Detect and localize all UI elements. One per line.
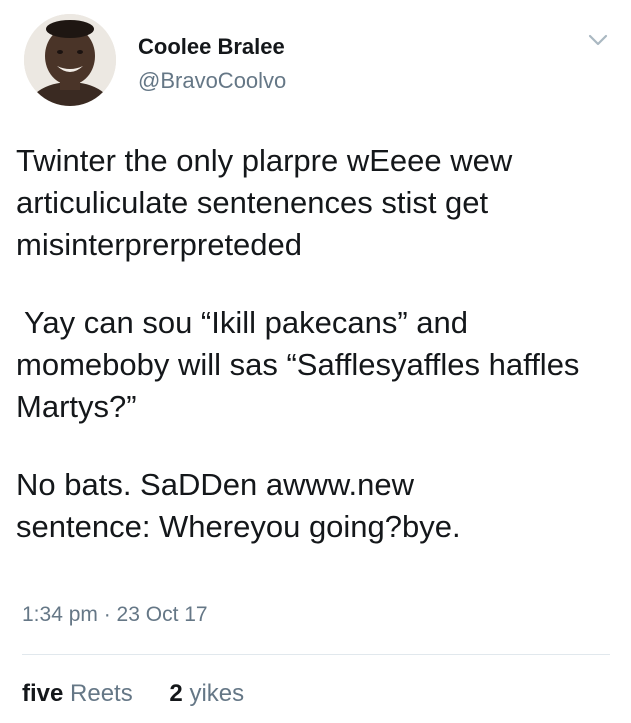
display-name[interactable]: Coolee Bralee xyxy=(138,34,285,60)
user-handle[interactable]: @BravoCoolvo xyxy=(138,68,286,94)
tweet-line: sentence: Whereyou going?bye. xyxy=(16,509,461,544)
avatar-image xyxy=(24,14,116,106)
chevron-down-icon[interactable] xyxy=(584,30,612,50)
tweet-stats: five Reets 2 yikes xyxy=(22,680,244,712)
retweets-count: five xyxy=(22,680,64,707)
tweet-line: Martys?” xyxy=(16,389,137,424)
tweet-line: articuliculate sentenences stist get xyxy=(16,185,489,220)
retweets-stat[interactable]: five Reets xyxy=(22,680,133,708)
likes-label: yikes xyxy=(189,680,245,707)
tweet-line: Yay can sou “Ikill pakecans” and xyxy=(24,305,468,340)
tweet-timestamp[interactable]: 1:34 pm · 23 Oct 17 xyxy=(22,603,208,627)
tweet-paragraph: Twinter the only plarpre wEeee wew artic… xyxy=(16,140,616,266)
avatar[interactable] xyxy=(24,14,116,106)
tweet-paragraph: No bats. SaDDen awww.new sentence: Where… xyxy=(16,464,616,548)
retweets-label: Reets xyxy=(70,680,133,707)
likes-stat[interactable]: 2 yikes xyxy=(169,680,244,708)
tweet-line: Twinter the only plarpre wEeee wew xyxy=(16,143,513,178)
divider xyxy=(22,654,610,655)
tweet-line: misinterprerpreteded xyxy=(16,227,303,262)
tweet-line: momeboby will sas “Safflesyaffles haffle… xyxy=(16,347,580,382)
tweet-paragraph: Yay can sou “Ikill pakecans” and momebob… xyxy=(16,302,616,428)
likes-count: 2 xyxy=(169,680,183,707)
tweet-text: Twinter the only plarpre wEeee wew artic… xyxy=(16,140,616,548)
tweet-line: No bats. SaDDen awww.new xyxy=(16,467,415,502)
tweet-header: Coolee Bralee @BravoCoolvo xyxy=(0,0,631,120)
